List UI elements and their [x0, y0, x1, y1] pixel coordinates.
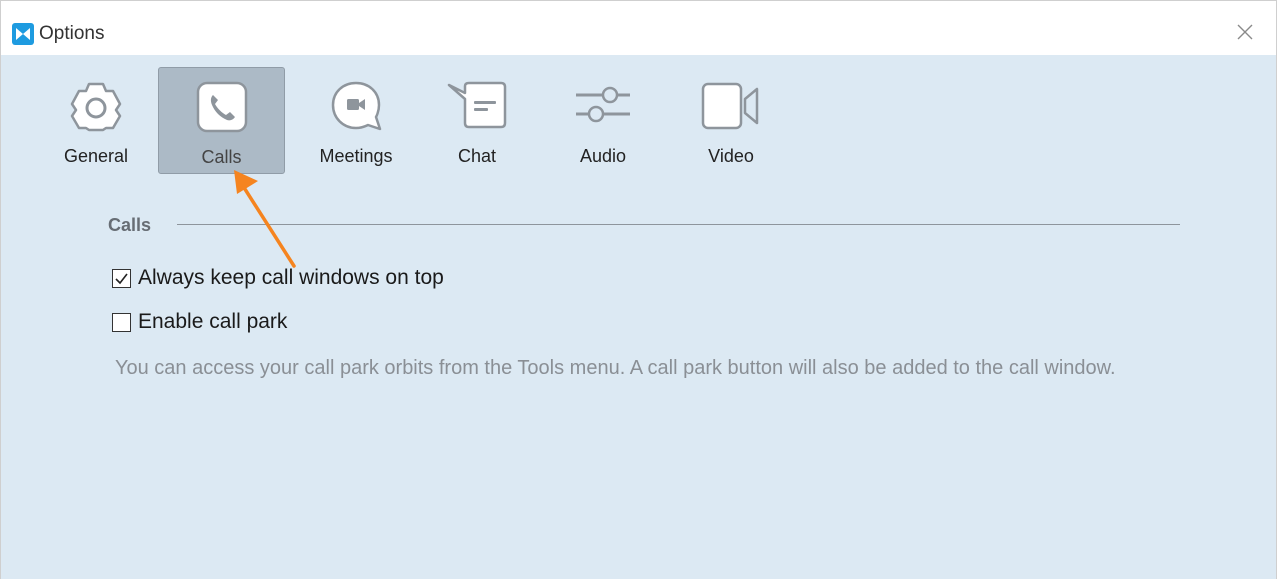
- options-window: Options General Calls Meetings Chat Audi…: [0, 0, 1277, 579]
- app-logo-icon: [12, 23, 34, 45]
- options-content: General Calls Meetings Chat Audio Video …: [1, 55, 1276, 579]
- close-icon[interactable]: [1235, 22, 1255, 42]
- window-title: Options: [39, 23, 105, 44]
- tab-calls[interactable]: Calls: [158, 67, 285, 174]
- phone-icon: [196, 81, 247, 133]
- chat-bubble-icon: [447, 81, 507, 129]
- sliders-icon: [576, 86, 630, 123]
- camera-icon: [701, 82, 759, 130]
- tab-meetings-label: Meetings: [319, 146, 393, 166]
- tab-meetings[interactable]: Meetings: [301, 67, 411, 174]
- tab-chat[interactable]: Chat: [430, 67, 524, 174]
- always-on-top-checkbox[interactable]: [112, 269, 131, 288]
- always-on-top-label: Always keep call windows on top: [138, 266, 444, 289]
- tab-video[interactable]: Video: [684, 67, 778, 174]
- section-divider: [177, 224, 1180, 225]
- gear-icon: [70, 82, 122, 132]
- call-park-help-text: You can access your call park orbits fro…: [115, 357, 1116, 379]
- video-bubble-icon: [331, 81, 382, 131]
- tab-chat-label: Chat: [457, 146, 497, 166]
- tab-video-label: Video: [708, 146, 754, 166]
- tab-audio-label: Audio: [579, 146, 627, 166]
- section-title: Calls: [108, 215, 152, 235]
- enable-call-park-label: Enable call park: [138, 310, 288, 333]
- tab-calls-label: Calls: [201, 147, 242, 167]
- enable-call-park-checkbox[interactable]: [112, 313, 131, 332]
- tab-general-label: General: [63, 146, 129, 166]
- tab-general[interactable]: General: [49, 67, 143, 174]
- checkmark-icon: [115, 273, 128, 285]
- tab-audio[interactable]: Audio: [556, 67, 650, 174]
- title-bar: Options: [1, 1, 1276, 55]
